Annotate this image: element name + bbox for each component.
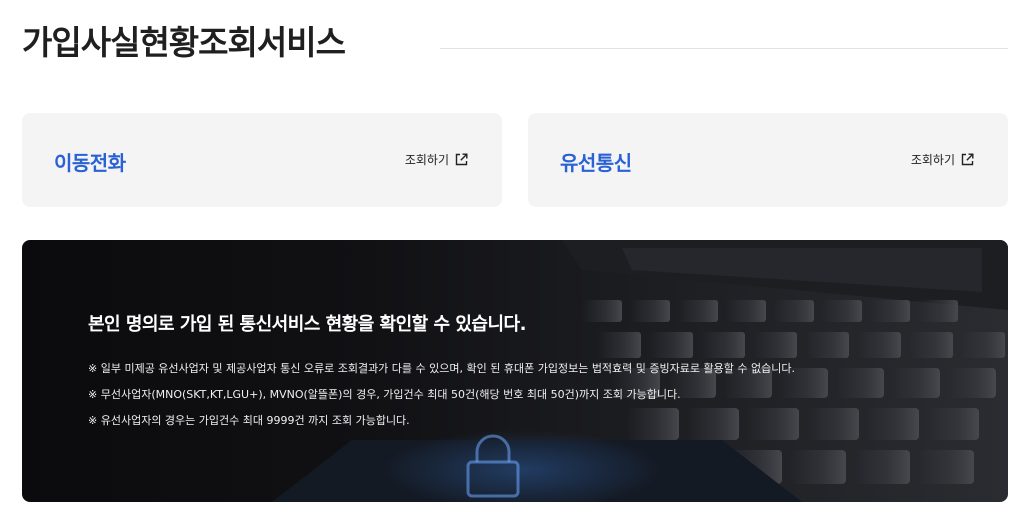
title-row: 가입사실현황조회서비스 — [22, 12, 1008, 68]
page: 가입사실현황조회서비스 이동전화 조회하기 유선통신 조회하기 본인 명의로 가… — [0, 0, 1024, 512]
lookup-mobile-button[interactable]: 조회하기 — [405, 151, 468, 168]
banner-note-2: ※ 무선사업자(MNO(SKT,KT,LGU+), MVNO(알뜰폰)의 경우,… — [88, 388, 681, 401]
banner-text: 본인 명의로 가입 된 통신서비스 현황을 확인할 수 있습니다. ※ 일부 미… — [88, 310, 795, 438]
external-link-icon — [455, 153, 468, 166]
card-title-mobile: 이동전화 — [54, 151, 126, 175]
card-title-wired: 유선통신 — [560, 151, 632, 175]
lookup-wired-button[interactable]: 조회하기 — [911, 151, 974, 168]
banner-note-3: ※ 유선사업자의 경우는 가입건수 최대 9999건 까지 조회 가능합니다. — [88, 414, 410, 427]
lookup-wired-label: 조회하기 — [910, 153, 955, 167]
page-title: 가입사실현황조회서비스 — [22, 23, 346, 62]
banner-headline: 본인 명의로 가입 된 통신서비스 현황을 확인할 수 있습니다. — [88, 314, 526, 335]
info-banner: 본인 명의로 가입 된 통신서비스 현황을 확인할 수 있습니다. ※ 일부 미… — [22, 240, 1008, 502]
external-link-icon — [961, 153, 974, 166]
banner-note-1: ※ 일부 미제공 유선사업자 및 제공사업자 통신 오류로 조회결과가 다를 수… — [88, 362, 795, 375]
title-divider — [440, 48, 1008, 49]
lookup-mobile-label: 조회하기 — [404, 153, 449, 167]
card-wired[interactable]: 유선통신 조회하기 — [528, 113, 1008, 207]
card-mobile[interactable]: 이동전화 조회하기 — [22, 113, 502, 207]
